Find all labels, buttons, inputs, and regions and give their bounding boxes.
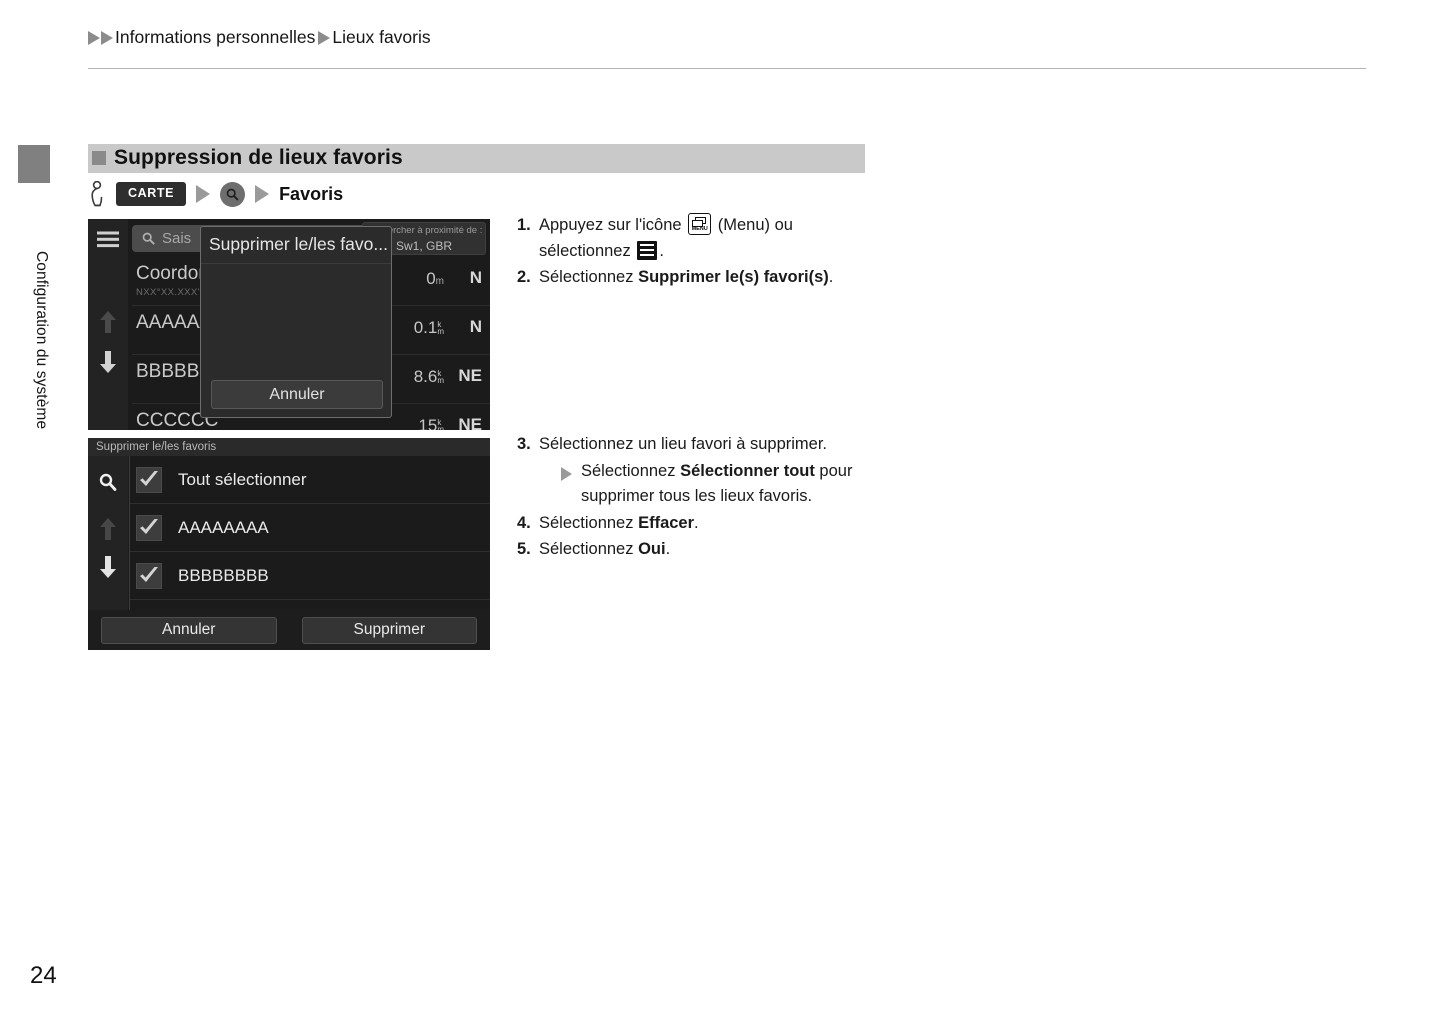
list-item[interactable]: BBBBBBBB — [130, 552, 490, 600]
manual-page: Configuration du système Informations pe… — [0, 0, 1445, 1018]
step-text: Sélectionnez Effacer. — [539, 513, 699, 532]
substep-text: Sélectionnez Sélectionner tout pour supp… — [581, 461, 853, 506]
instruction-list-bottom: 3. Sélectionnez un lieu favori à supprim… — [517, 432, 872, 564]
step-2: 2. Sélectionnez Supprimer le(s) favori(s… — [517, 265, 862, 291]
list-item-direction: NE — [458, 366, 482, 385]
arrow-up-icon[interactable] — [99, 518, 117, 545]
menu-button-icon: MENU — [688, 213, 712, 235]
search-icon — [142, 232, 155, 245]
delete-button[interactable]: Supprimer — [301, 616, 477, 644]
instruction-list-top: 1. Appuyez sur l'icône MENU (Menu) ou sé… — [517, 213, 862, 292]
map-button[interactable]: CARTE — [116, 182, 187, 206]
list-icon — [637, 240, 658, 260]
search-icon[interactable] — [98, 472, 118, 497]
dialog-footer: Annuler Supprimer — [88, 610, 490, 650]
step-text: Sélectionnez un lieu favori à supprimer.… — [539, 432, 872, 510]
list-item-distance: 8.6k m — [413, 367, 444, 386]
step-text: Sélectionnez Oui. — [539, 540, 671, 559]
list-item-distance: 0.1k m — [413, 318, 444, 337]
triangle-right-icon — [561, 466, 572, 481]
square-bullet-icon — [92, 151, 106, 165]
nav-screenshot-delete-favorites: Supprimer le/les favoris Tout sélectionn… — [88, 438, 490, 650]
nav-left-rail — [88, 219, 128, 430]
arrow-up-icon[interactable] — [99, 311, 117, 338]
step-5: 5. Sélectionnez Oui. — [517, 537, 872, 563]
delete-favorites-dialog: Supprimer le/les favo... Annuler — [200, 226, 392, 418]
dialog-title: Supprimer le/les favo... — [201, 227, 391, 264]
search-icon[interactable] — [220, 181, 246, 207]
navigation-path: CARTE Favoris — [88, 180, 343, 208]
page-title: Suppression de lieux favoris — [114, 146, 403, 169]
chapter-vertical-label: Configuration du système — [33, 250, 50, 430]
list-item[interactable]: Tout sélectionner — [130, 456, 490, 504]
list-item-direction: NE — [458, 415, 482, 430]
checkbox-checked-icon[interactable] — [136, 514, 162, 541]
step-3-substep: Sélectionnez Sélectionner tout pour supp… — [539, 459, 872, 510]
step-text: Sélectionnez Supprimer le(s) favori(s). — [539, 268, 834, 287]
delete-favorites-list: Tout sélectionner AAAAAAAA BBBBBBBB — [129, 456, 490, 610]
header-divider — [88, 68, 1366, 69]
arrow-down-icon[interactable] — [99, 351, 117, 378]
breadcrumb: Informations personnelles Lieux favoris — [88, 27, 431, 48]
chapter-tab-marker — [18, 145, 50, 183]
dialog-cancel-button[interactable]: Annuler — [211, 380, 383, 409]
search-input-text: Sais — [162, 230, 192, 247]
triangle-right-icon — [196, 185, 211, 203]
screen-title: Supprimer le/les favoris — [88, 438, 490, 456]
triangle-right-icon — [101, 30, 113, 45]
cancel-button[interactable]: Annuler — [101, 616, 277, 644]
step-1: 1. Appuyez sur l'icône MENU (Menu) ou sé… — [517, 213, 862, 264]
step-number: 5. — [517, 540, 531, 559]
hamburger-icon[interactable] — [97, 231, 119, 253]
list-item-distance: 0m — [426, 269, 444, 288]
step-number: 2. — [517, 268, 531, 287]
triangle-right-icon — [318, 30, 331, 45]
list-item-distance: 15k m — [418, 416, 444, 430]
arrow-down-icon[interactable] — [99, 556, 117, 583]
list-item-label: Tout sélectionner — [178, 469, 307, 489]
breadcrumb-item-2: Lieux favoris — [332, 27, 431, 47]
step-text: Appuyez sur l'icône MENU (Menu) ou sélec… — [539, 213, 862, 264]
triangle-right-icon — [88, 30, 100, 45]
hand-pointer-icon — [91, 181, 103, 207]
step-4: 4. Sélectionnez Effacer. — [517, 511, 872, 537]
step-number: 1. — [517, 216, 531, 234]
nav-left-rail — [88, 456, 128, 610]
list-item-label: AAAAAAAA — [178, 517, 269, 537]
page-number: 24 — [30, 962, 57, 989]
step-3: 3. Sélectionnez un lieu favori à supprim… — [517, 432, 872, 510]
list-item-name: Coordon — [136, 263, 209, 284]
section-title-group: Suppression de lieux favoris — [92, 141, 403, 175]
step-number: 3. — [517, 435, 531, 453]
nav-screenshot-favorites-menu: Sais Rechercher à proximité de : Sw1, GB… — [88, 219, 490, 430]
list-item-direction: N — [469, 317, 482, 336]
step-number: 4. — [517, 513, 531, 532]
triangle-right-icon — [255, 185, 270, 203]
list-item-label: BBBBBBBB — [178, 565, 269, 585]
checkbox-checked-icon[interactable] — [136, 466, 162, 493]
list-item[interactable]: AAAAAAAA — [130, 504, 490, 552]
list-item-direction: N — [469, 268, 482, 287]
checkbox-checked-icon[interactable] — [136, 562, 162, 589]
path-final-label: Favoris — [279, 183, 344, 204]
breadcrumb-item-1: Informations personnelles — [115, 27, 316, 47]
